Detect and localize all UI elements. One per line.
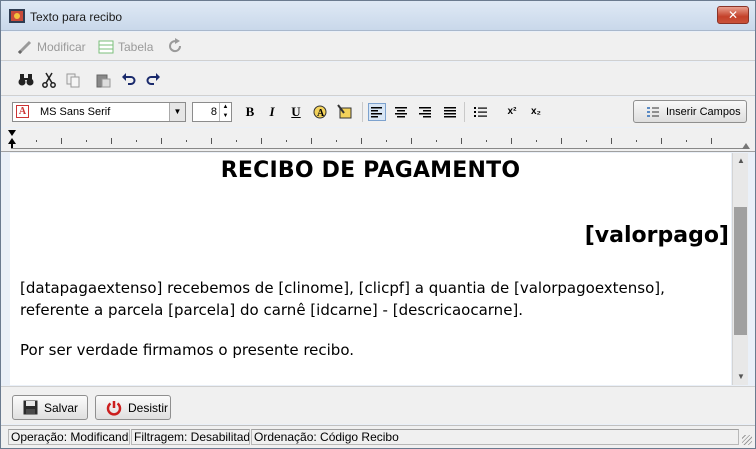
ruler-tick bbox=[336, 140, 337, 142]
align-right-icon[interactable] bbox=[417, 104, 433, 120]
ruler-tick bbox=[136, 140, 137, 142]
document-paragraph-1: [datapagaextenso] recebemos de [clinome]… bbox=[20, 279, 665, 319]
ruler-tick bbox=[486, 140, 487, 142]
ruler-tick bbox=[286, 140, 287, 142]
ruler-tick bbox=[461, 138, 462, 144]
ruler[interactable] bbox=[1, 128, 755, 152]
title-bar: Texto para recibo ✕ bbox=[1, 1, 755, 31]
font-name-select[interactable]: A MS Sans Serif ▼ bbox=[12, 102, 186, 122]
edit-toolbar bbox=[1, 62, 755, 96]
ruler-tick bbox=[211, 138, 212, 144]
close-button[interactable]: ✕ bbox=[717, 6, 749, 24]
ruler-tick bbox=[686, 140, 687, 142]
ruler-tick bbox=[236, 140, 237, 142]
right-indent-marker-icon[interactable] bbox=[742, 141, 750, 149]
ruler-tick bbox=[386, 140, 387, 142]
chevron-down-icon[interactable]: ▼ bbox=[169, 103, 185, 121]
undo-icon[interactable] bbox=[121, 71, 137, 87]
cancel-label: Desistir bbox=[128, 400, 169, 415]
italic-button[interactable]: I bbox=[263, 103, 281, 121]
ruler-tick bbox=[536, 140, 537, 142]
separator bbox=[464, 102, 465, 122]
cancel-icon bbox=[106, 400, 122, 416]
insert-fields-label: Inserir Campos bbox=[666, 105, 741, 118]
ruler-tick bbox=[561, 138, 562, 144]
ruler-tick bbox=[261, 138, 262, 144]
ruler-tick bbox=[161, 138, 162, 144]
table-icon bbox=[98, 40, 114, 54]
ruler-tick bbox=[711, 138, 712, 144]
ruler-baseline bbox=[11, 148, 745, 149]
refresh-icon[interactable] bbox=[167, 38, 183, 54]
font-name-value: MS Sans Serif bbox=[40, 106, 111, 118]
spin-icon[interactable]: ▲ ▼ bbox=[219, 103, 231, 121]
document-editor[interactable]: RECIBO DE PAGAMENTO [valorpago] [datapag… bbox=[10, 153, 731, 385]
status-filtragem: Filtragem: Desabilitad bbox=[131, 429, 250, 445]
font-type-icon: A bbox=[16, 105, 29, 118]
scroll-down-icon[interactable]: ▼ bbox=[733, 369, 749, 385]
ruler-tick bbox=[186, 140, 187, 142]
ruler-tick bbox=[511, 138, 512, 144]
ruler-tick bbox=[61, 138, 62, 144]
insert-fields-button[interactable]: Inserir Campos bbox=[633, 100, 747, 123]
window-title: Texto para recibo bbox=[30, 10, 123, 24]
cancel-button[interactable]: Desistir bbox=[95, 395, 171, 420]
font-color-icon[interactable]: A bbox=[312, 104, 328, 120]
ruler-tick bbox=[86, 140, 87, 142]
ruler-tick bbox=[311, 138, 312, 144]
vertical-scrollbar[interactable]: ▲ ▼ bbox=[732, 153, 748, 385]
copy-icon[interactable] bbox=[65, 72, 81, 88]
format-toolbar: A MS Sans Serif ▼ 8 ▲ ▼ B I U A x² x₂ In… bbox=[1, 97, 755, 127]
modificar-label: Modificar bbox=[37, 40, 86, 54]
ruler-tick bbox=[111, 138, 112, 144]
redo-icon[interactable] bbox=[145, 71, 161, 87]
save-button[interactable]: Salvar bbox=[12, 395, 88, 420]
font-size-value: 8 bbox=[210, 106, 217, 118]
action-bar: Salvar Desistir bbox=[1, 386, 755, 424]
align-center-icon[interactable] bbox=[393, 104, 409, 120]
paste-icon[interactable] bbox=[96, 72, 112, 88]
ruler-tick bbox=[636, 140, 637, 142]
scroll-thumb[interactable] bbox=[734, 207, 747, 335]
save-label: Salvar bbox=[44, 400, 79, 415]
tabela-button[interactable]: Tabela bbox=[98, 38, 153, 56]
ruler-tick bbox=[436, 140, 437, 142]
ruler-tick bbox=[611, 138, 612, 144]
document-paragraph-2: Por ser verdade firmamos o presente reci… bbox=[20, 341, 355, 359]
highlight-icon[interactable] bbox=[337, 104, 353, 120]
save-icon bbox=[23, 400, 38, 415]
bullets-icon[interactable] bbox=[473, 104, 489, 120]
svg-text:A: A bbox=[317, 108, 325, 119]
binoculars-icon[interactable] bbox=[18, 72, 34, 88]
status-ordenacao: Ordenação: Código Recibo bbox=[251, 429, 739, 445]
underline-button[interactable]: U bbox=[287, 103, 305, 121]
separator bbox=[362, 102, 363, 122]
ruler-tick bbox=[361, 138, 362, 144]
justify-icon[interactable] bbox=[442, 104, 458, 120]
ruler-tick bbox=[586, 140, 587, 142]
scroll-up-icon[interactable]: ▲ bbox=[733, 153, 749, 169]
pencil-icon bbox=[17, 40, 32, 55]
subscript-button[interactable]: x₂ bbox=[527, 103, 545, 121]
window: Texto para recibo ✕ Modificar Tabela A M… bbox=[0, 0, 756, 449]
tabela-label: Tabela bbox=[118, 40, 154, 54]
cut-icon[interactable] bbox=[41, 72, 57, 88]
status-operacao: Operação: Modificand bbox=[8, 429, 130, 445]
modificar-button[interactable]: Modificar bbox=[17, 38, 86, 56]
ruler-tick bbox=[661, 138, 662, 144]
app-icon bbox=[9, 9, 25, 23]
record-toolbar: Modificar Tabela bbox=[1, 32, 755, 61]
fields-list-icon bbox=[647, 106, 659, 117]
document-title: RECIBO DE PAGAMENTO bbox=[220, 158, 521, 183]
font-size-stepper[interactable]: 8 ▲ ▼ bbox=[192, 102, 232, 122]
ruler-tick bbox=[36, 140, 37, 142]
ruler-tick bbox=[411, 138, 412, 144]
status-bar: Operação: Modificand Filtragem: Desabili… bbox=[1, 425, 755, 448]
align-left-icon[interactable] bbox=[368, 103, 386, 121]
bold-button[interactable]: B bbox=[241, 103, 259, 121]
superscript-button[interactable]: x² bbox=[503, 103, 521, 121]
indent-marker-icon[interactable] bbox=[7, 128, 17, 150]
resize-grip-icon[interactable] bbox=[742, 435, 752, 445]
amount-field: [valorpago] bbox=[584, 223, 729, 248]
